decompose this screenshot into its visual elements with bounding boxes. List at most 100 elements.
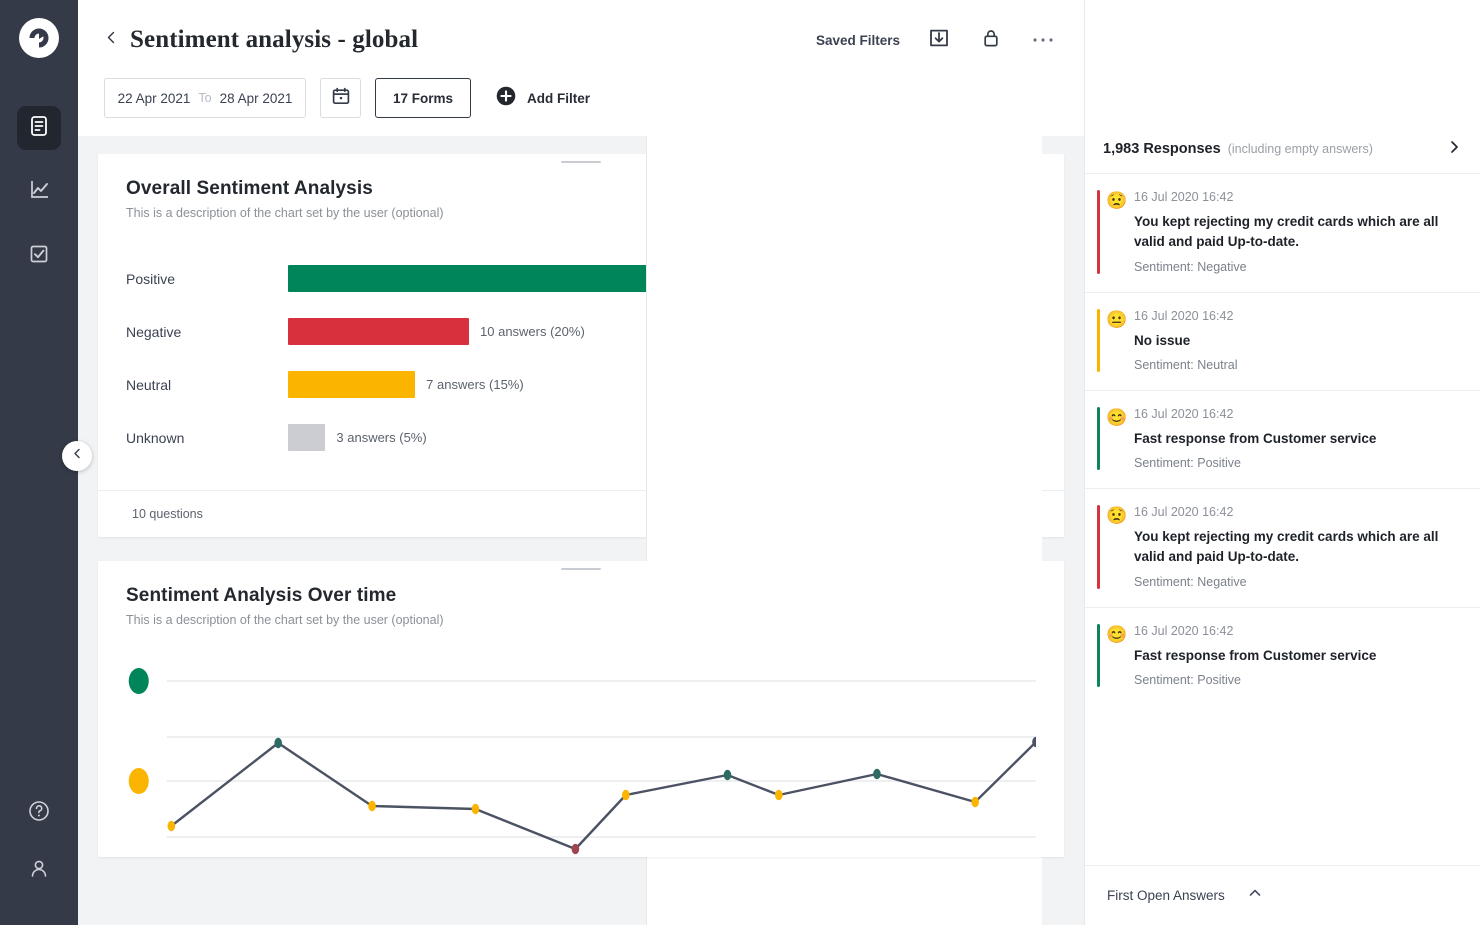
response-body: 16 Jul 2020 16:42Fast response from Cust…: [1134, 407, 1462, 470]
response-sentiment-label: Sentiment: Positive: [1134, 456, 1462, 470]
first-open-answers-toggle[interactable]: First Open Answers: [1085, 865, 1480, 925]
download-icon: [927, 26, 951, 55]
lock-icon: [980, 27, 1002, 54]
checkbox-icon: [28, 243, 50, 270]
line-data-point[interactable]: [472, 804, 480, 814]
line-series-path: [171, 742, 1036, 849]
saved-filters-button[interactable]: Saved Filters: [816, 33, 900, 48]
ellipsis-horizontal-icon: [1032, 31, 1054, 49]
lock-button[interactable]: [978, 27, 1004, 53]
forms-filter-button[interactable]: 17 Forms: [375, 78, 471, 118]
sidebar-item-forms[interactable]: [17, 106, 61, 150]
response-timestamp: 16 Jul 2020 16:42: [1134, 190, 1462, 204]
first-open-answers-label: First Open Answers: [1107, 888, 1225, 903]
sentiment-emoji-icon: 😐: [1100, 309, 1134, 372]
expand-responses-button[interactable]: [1446, 139, 1462, 160]
sentiment-emoji-icon: 😟: [1100, 505, 1134, 589]
response-timestamp: 16 Jul 2020 16:42: [1134, 407, 1462, 421]
bar-value-label: 7 answers (15%): [426, 377, 524, 392]
legend-dot-neutral[interactable]: [129, 768, 149, 794]
calendar-icon: [331, 86, 351, 111]
bar-category-label: Negative: [126, 324, 288, 340]
response-sentiment-label: Sentiment: Positive: [1134, 673, 1462, 687]
plus-circle-icon: [495, 85, 517, 112]
responses-count-note: (including empty answers): [1228, 142, 1373, 156]
date-range-input[interactable]: 22 Apr 2021 To 28 Apr 2021: [104, 78, 306, 118]
card-header: Sentiment Analysis Over time This is a d…: [98, 561, 1064, 627]
response-text: You kept rejecting my credit cards which…: [1134, 212, 1462, 253]
response-list-item[interactable]: 😊16 Jul 2020 16:42 Fast response from Cus…: [1085, 607, 1480, 705]
download-button[interactable]: [926, 27, 952, 53]
chevron-right-icon: [1446, 139, 1462, 160]
card-title: Sentiment Analysis Over time: [126, 585, 1036, 607]
response-body: 16 Jul 2020 16:42You kept rejecting my c…: [1134, 505, 1462, 589]
response-list-item[interactable]: 😟16 Jul 2020 16:42You kept rejecting my …: [1085, 488, 1480, 607]
header-actions: Saved Filters: [816, 27, 1056, 53]
chevron-up-icon: [1247, 885, 1263, 906]
help-circle-icon: [27, 799, 51, 828]
date-from-value: 22 Apr 2021: [118, 91, 191, 106]
bar-category-label: Positive: [126, 271, 288, 287]
chart-card-overall-sentiment: Overall Sentiment Analysis This is a des…: [98, 154, 1064, 537]
line-data-point[interactable]: [622, 790, 630, 800]
sidebar-item-analytics[interactable]: [17, 170, 61, 214]
card-drag-handle[interactable]: [561, 568, 601, 570]
bar-fill[interactable]: [288, 371, 415, 398]
responses-list[interactable]: 😟16 Jul 2020 16:42You kept rejecting my …: [1085, 173, 1480, 925]
brand-logo-icon[interactable]: [19, 18, 59, 58]
chart-card-sentiment-over-time: Sentiment Analysis Over time This is a d…: [98, 561, 1064, 857]
bar-value-label: 3 answers (5%): [336, 430, 426, 445]
date-to-value: 28 Apr 2021: [220, 91, 293, 106]
response-body: 16 Jul 2020 16:42 You kept rejecting my c…: [1134, 190, 1462, 274]
legend-dot-positive[interactable]: [129, 668, 149, 694]
line-chart-icon: [28, 178, 51, 206]
card-description: This is a description of the chart set b…: [126, 613, 1036, 627]
response-text: You kept rejecting my credit cards which…: [1134, 527, 1462, 568]
sidebar-item-help[interactable]: [17, 791, 61, 835]
response-sentiment-label: Sentiment: Negative: [1134, 575, 1462, 589]
sidebar-item-account[interactable]: [17, 849, 61, 893]
more-options-button[interactable]: [1030, 27, 1056, 53]
date-separator-label: To: [198, 91, 211, 105]
page-title: Sentiment analysis - global: [130, 26, 418, 54]
sidebar-collapse-button[interactable]: [62, 441, 92, 471]
line-data-point[interactable]: [724, 770, 732, 780]
line-data-point[interactable]: [873, 769, 881, 779]
response-list-item[interactable]: 😟16 Jul 2020 16:42 You kept rejecting my …: [1085, 173, 1480, 292]
calendar-button[interactable]: [320, 78, 361, 118]
line-data-point[interactable]: [775, 790, 783, 800]
sentiment-emoji-icon: 😊: [1100, 407, 1134, 470]
sidebar-item-tasks[interactable]: [17, 234, 61, 278]
sidebar-bottom-group: [0, 791, 78, 907]
top-bar: Sentiment analysis - global Saved Filter…: [78, 0, 1084, 136]
line-data-point[interactable]: [971, 797, 979, 807]
response-text: Fast response from Customer service: [1134, 646, 1462, 666]
filters-row: 22 Apr 2021 To 28 Apr 2021: [98, 66, 1056, 136]
title-row: Sentiment analysis - global Saved Filter…: [98, 14, 1056, 66]
forms-filter-label: 17 Forms: [393, 91, 453, 106]
line-data-point[interactable]: [167, 821, 175, 831]
bar-fill[interactable]: [288, 318, 469, 345]
response-list-item[interactable]: 😊16 Jul 2020 16:42Fast response from Cus…: [1085, 390, 1480, 488]
line-data-point[interactable]: [368, 801, 376, 811]
chevron-left-icon: [71, 447, 84, 465]
add-filter-button[interactable]: Add Filter: [495, 85, 590, 112]
response-timestamp: 16 Jul 2020 16:42: [1134, 309, 1462, 323]
response-list-item[interactable]: 😐16 Jul 2020 16:42No issueSentiment: Neu…: [1085, 292, 1480, 390]
bar-value-label: 10 answers (20%): [480, 324, 585, 339]
questions-count-label: 10 questions: [132, 507, 203, 521]
bar-fill[interactable]: [288, 424, 325, 451]
response-body: 16 Jul 2020 16:42No issueSentiment: Neut…: [1134, 309, 1462, 372]
response-timestamp: 16 Jul 2020 16:42: [1134, 624, 1462, 638]
card-drag-handle[interactable]: [561, 161, 601, 163]
dashboard-canvas: Overall Sentiment Analysis This is a des…: [78, 136, 1084, 925]
back-button[interactable]: [98, 30, 124, 50]
line-data-point[interactable]: [572, 844, 580, 854]
bar-category-label: Neutral: [126, 377, 288, 393]
bar-fill[interactable]: [288, 265, 689, 292]
sentiment-emoji-icon: 😟: [1100, 190, 1134, 274]
line-data-point[interactable]: [274, 738, 282, 748]
response-sentiment-label: Sentiment: Neutral: [1134, 358, 1462, 372]
main-column: Sentiment analysis - global Saved Filter…: [78, 0, 1084, 925]
sentiment-emoji-icon: 😊: [1100, 624, 1134, 687]
